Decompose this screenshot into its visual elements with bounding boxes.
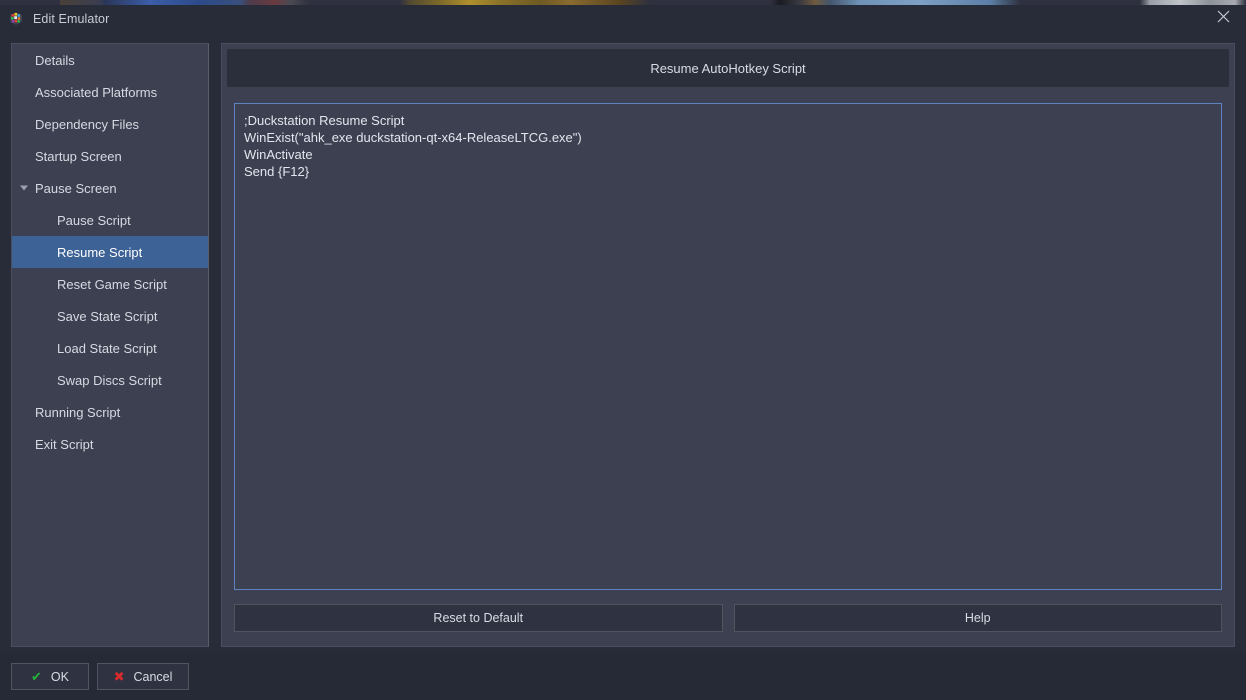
panel-title: Resume AutoHotkey Script bbox=[650, 60, 806, 76]
sidebar-item-label: Associated Platforms bbox=[35, 84, 158, 100]
check-icon: ✔ bbox=[31, 669, 42, 684]
script-action-buttons: Reset to Default Help bbox=[234, 604, 1222, 632]
sidebar-item-label: Resume Script bbox=[57, 244, 143, 260]
script-line: WinExist("ahk_exe duckstation-qt-x64-Rel… bbox=[244, 130, 582, 145]
close-icon[interactable] bbox=[1200, 0, 1246, 32]
dialog-footer: ✔ OK ✖ Cancel bbox=[0, 652, 1246, 700]
chevron-down-icon[interactable] bbox=[20, 185, 28, 191]
sidebar-item-startup-screen[interactable]: Startup Screen bbox=[12, 140, 208, 172]
window-title: Edit Emulator bbox=[33, 11, 110, 26]
sidebar-item-reset-game-script[interactable]: Reset Game Script bbox=[12, 268, 208, 300]
settings-nav-sidebar: Details Associated Platforms Dependency Fi… bbox=[11, 43, 209, 647]
sidebar-item-details[interactable]: Details bbox=[12, 44, 208, 76]
sidebar-item-label: Running Script bbox=[35, 404, 121, 420]
script-editor-panel: Resume AutoHotkey Script ;Duckstation Re… bbox=[221, 43, 1235, 647]
sidebar-item-dependency-files[interactable]: Dependency Files bbox=[12, 108, 208, 140]
edit-emulator-dialog: Edit Emulator Details Associated Platform… bbox=[0, 5, 1246, 700]
cross-icon: ✖ bbox=[113, 669, 125, 684]
title-bar: Edit Emulator bbox=[0, 5, 1246, 32]
sidebar-item-pause-script[interactable]: Pause Script bbox=[12, 204, 208, 236]
launchbox-cube-icon bbox=[8, 11, 24, 27]
sidebar-item-label: Exit Script bbox=[35, 436, 94, 452]
script-line: Send {F12} bbox=[244, 164, 310, 179]
sidebar-item-swap-discs-script[interactable]: Swap Discs Script bbox=[12, 364, 208, 396]
script-line: ;Duckstation Resume Script bbox=[244, 113, 405, 128]
sidebar-item-label: Swap Discs Script bbox=[57, 372, 162, 388]
reset-to-default-button[interactable]: Reset to Default bbox=[234, 604, 723, 632]
cancel-button[interactable]: ✖ Cancel bbox=[97, 663, 189, 690]
sidebar-item-resume-script[interactable]: Resume Script bbox=[12, 236, 208, 268]
script-content: ;Duckstation Resume Script WinExist("ahk_… bbox=[244, 112, 1212, 180]
sidebar-item-load-state-script[interactable]: Load State Script bbox=[12, 332, 208, 364]
sidebar-item-pause-screen[interactable]: Pause Screen bbox=[12, 172, 208, 204]
script-line: WinActivate bbox=[244, 147, 313, 162]
sidebar-item-running-script[interactable]: Running Script bbox=[12, 396, 208, 428]
ok-button[interactable]: ✔ OK bbox=[11, 663, 89, 690]
sidebar-item-label: Dependency Files bbox=[35, 116, 140, 132]
sidebar-item-label: Details bbox=[35, 52, 75, 68]
panel-header: Resume AutoHotkey Script bbox=[227, 49, 1229, 87]
sidebar-item-label: Load State Script bbox=[57, 340, 157, 356]
script-textarea[interactable]: ;Duckstation Resume Script WinExist("ahk_… bbox=[234, 103, 1222, 590]
ok-button-label: OK bbox=[50, 669, 69, 684]
sidebar-item-label: Reset Game Script bbox=[57, 276, 167, 292]
sidebar-item-label: Save State Script bbox=[57, 308, 158, 324]
sidebar-item-associated-platforms[interactable]: Associated Platforms bbox=[12, 76, 208, 108]
sidebar-item-label: Pause Script bbox=[57, 212, 131, 228]
cancel-button-label: Cancel bbox=[133, 669, 173, 684]
nav-list: Details Associated Platforms Dependency Fi… bbox=[12, 44, 208, 460]
help-button[interactable]: Help bbox=[733, 604, 1222, 632]
sidebar-item-save-state-script[interactable]: Save State Script bbox=[12, 300, 208, 332]
sidebar-item-label: Startup Screen bbox=[35, 148, 122, 164]
sidebar-item-exit-script[interactable]: Exit Script bbox=[12, 428, 208, 460]
